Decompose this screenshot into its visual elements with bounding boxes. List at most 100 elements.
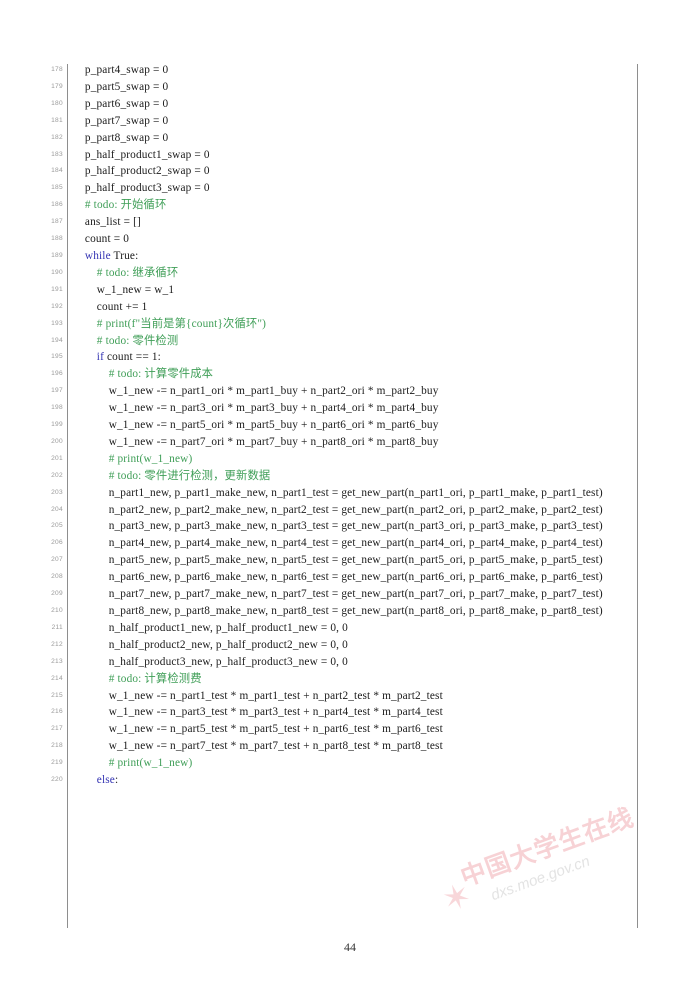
code-line-text: n_part2_new, p_part2_make_new, n_part2_t… — [73, 502, 700, 519]
code-token-txt: p_part8_swap = 0 — [73, 131, 169, 144]
code-line: 181 p_part7_swap = 0 — [0, 113, 700, 130]
code-line: 196 # todo: 计算零件成本 — [0, 366, 700, 383]
code-token-txt: True: — [110, 249, 139, 262]
line-number: 201 — [51, 454, 63, 462]
watermark-chinese-text: 中国大学生在线 — [456, 802, 638, 892]
code-token-txt: n_part6_new, p_part6_make_new, n_part6_t… — [73, 571, 603, 584]
code-line: 197 w_1_new -= n_part1_ori * m_part1_buy… — [0, 383, 700, 400]
line-number: 195 — [51, 353, 63, 361]
code-token-txt: w_1_new -= n_part1_ori * m_part1_buy + n… — [73, 385, 439, 398]
code-line-text: n_part8_new, p_part8_make_new, n_part8_t… — [73, 603, 700, 620]
code-line: 178 p_part4_swap = 0 — [0, 62, 700, 79]
code-line: 220 else: — [0, 772, 700, 789]
line-number: 216 — [51, 708, 63, 716]
code-token-txt: n_part1_new, p_part1_make_new, n_part1_t… — [73, 486, 603, 499]
code-line-text: w_1_new -= n_part3_ori * m_part3_buy + n… — [73, 400, 700, 417]
code-token-cmt: # print(w_1_new) — [73, 757, 193, 770]
code-line-text: w_1_new -= n_part5_test * m_part5_test +… — [73, 721, 700, 738]
code-token-txt: w_1_new -= n_part3_ori * m_part3_buy + n… — [73, 402, 439, 415]
code-line: 219 # print(w_1_new) — [0, 755, 700, 772]
code-line: 198 w_1_new -= n_part3_ori * m_part3_buy… — [0, 400, 700, 417]
code-token-cmt: # print(w_1_new) — [73, 452, 193, 465]
code-line: 188 count = 0 — [0, 231, 700, 248]
code-token-txt: n_half_product2_new, p_half_product2_new… — [73, 638, 348, 651]
code-line: 183 p_half_product1_swap = 0 — [0, 147, 700, 164]
code-line: 216 w_1_new -= n_part3_test * m_part3_te… — [0, 704, 700, 721]
code-line: 192 count += 1 — [0, 299, 700, 316]
line-number: 212 — [51, 640, 63, 648]
code-line-text: count = 0 — [73, 231, 700, 248]
code-token-txt: p_part5_swap = 0 — [73, 80, 169, 93]
code-line-text: n_part6_new, p_part6_make_new, n_part6_t… — [73, 569, 700, 586]
code-token-cmt: # todo: 零件检测 — [73, 334, 179, 347]
code-line: 186 # todo: 开始循环 — [0, 197, 700, 214]
line-number: 214 — [51, 674, 63, 682]
line-number: 183 — [51, 150, 63, 158]
code-token-txt: p_part4_swap = 0 — [73, 64, 169, 76]
watermark-url: dxs.moe.gov.cn — [488, 852, 593, 905]
code-line: 191 w_1_new = w_1 — [0, 282, 700, 299]
code-line-text: p_half_product3_swap = 0 — [73, 180, 700, 197]
code-line-text: p_part8_swap = 0 — [73, 130, 700, 147]
code-line-text: n_part4_new, p_part4_make_new, n_part4_t… — [73, 535, 700, 552]
code-token-txt: ans_list = [] — [73, 216, 141, 229]
code-line-text: count += 1 — [73, 299, 700, 316]
code-line-text: # todo: 计算零件成本 — [73, 366, 700, 383]
code-line-text: # todo: 开始循环 — [73, 197, 700, 214]
line-number: 207 — [51, 556, 63, 564]
code-token-kw: else — [73, 774, 115, 787]
code-line: 203 n_part1_new, p_part1_make_new, n_par… — [0, 485, 700, 502]
line-number: 196 — [51, 370, 63, 378]
code-token-txt: n_part3_new, p_part3_make_new, n_part3_t… — [73, 520, 603, 533]
line-number: 208 — [51, 573, 63, 581]
line-number: 185 — [51, 184, 63, 192]
code-token-txt: w_1_new -= n_part5_ori * m_part5_buy + n… — [73, 419, 439, 432]
star-icon: ✶ — [437, 876, 477, 921]
line-number: 190 — [51, 268, 63, 276]
line-number: 187 — [51, 218, 63, 226]
line-number: 211 — [51, 623, 63, 631]
line-number: 200 — [51, 437, 63, 445]
code-token-txt: count += 1 — [73, 300, 148, 313]
code-token-kw: while — [73, 249, 111, 262]
line-number: 217 — [51, 725, 63, 733]
code-token-cmt: # print(f"当前是第{count}次循环") — [73, 317, 267, 330]
line-number: 213 — [51, 657, 63, 665]
line-number: 194 — [51, 336, 63, 344]
line-number: 199 — [51, 421, 63, 429]
code-line: 195 if count == 1: — [0, 349, 700, 366]
code-line: 207 n_part5_new, p_part5_make_new, n_par… — [0, 552, 700, 569]
code-line: 184 p_half_product2_swap = 0 — [0, 163, 700, 180]
code-token-txt: n_part8_new, p_part8_make_new, n_part8_t… — [73, 605, 603, 617]
code-line: 215 w_1_new -= n_part1_test * m_part1_te… — [0, 688, 700, 705]
line-number: 219 — [51, 759, 63, 767]
line-number: 192 — [51, 302, 63, 310]
code-token-txt: count = 0 — [73, 233, 130, 246]
code-line: 179 p_part5_swap = 0 — [0, 79, 700, 96]
code-token-txt: n_part2_new, p_part2_make_new, n_part2_t… — [73, 503, 603, 516]
code-line: 209 n_part7_new, p_part7_make_new, n_par… — [0, 586, 700, 603]
code-listing: 178 p_part4_swap = 0 179 p_part5_swap = 0… — [0, 62, 700, 789]
document-page: 178 p_part4_swap = 0 179 p_part5_swap = 0… — [0, 0, 700, 989]
code-line-text: p_part5_swap = 0 — [73, 79, 700, 96]
line-number: 193 — [51, 319, 63, 327]
code-token-txt: n_part7_new, p_part7_make_new, n_part7_t… — [73, 588, 603, 601]
code-token-txt: w_1_new -= n_part7_ori * m_part7_buy + n… — [73, 435, 439, 448]
line-number: 182 — [51, 133, 63, 141]
code-line: 187 ans_list = [] — [0, 214, 700, 231]
code-token-txt: n_half_product3_new, p_half_product3_new… — [73, 655, 348, 668]
line-number: 204 — [51, 505, 63, 513]
line-number: 179 — [51, 82, 63, 90]
code-line-text: w_1_new -= n_part5_ori * m_part5_buy + n… — [73, 417, 700, 434]
code-line: 199 w_1_new -= n_part5_ori * m_part5_buy… — [0, 417, 700, 434]
line-number: 218 — [51, 742, 63, 750]
code-line-text: # todo: 继承循环 — [73, 265, 700, 282]
code-line: 193 # print(f"当前是第{count}次循环") — [0, 316, 700, 333]
code-line: 189 while True: — [0, 248, 700, 265]
code-line-text: p_half_product1_swap = 0 — [73, 147, 700, 164]
code-line: 205 n_part3_new, p_part3_make_new, n_par… — [0, 518, 700, 535]
code-line: 182 p_part8_swap = 0 — [0, 130, 700, 147]
code-line: 194 # todo: 零件检测 — [0, 333, 700, 350]
code-token-txt: w_1_new -= n_part7_test * m_part7_test +… — [73, 740, 443, 753]
code-line: 206 n_part4_new, p_part4_make_new, n_par… — [0, 535, 700, 552]
